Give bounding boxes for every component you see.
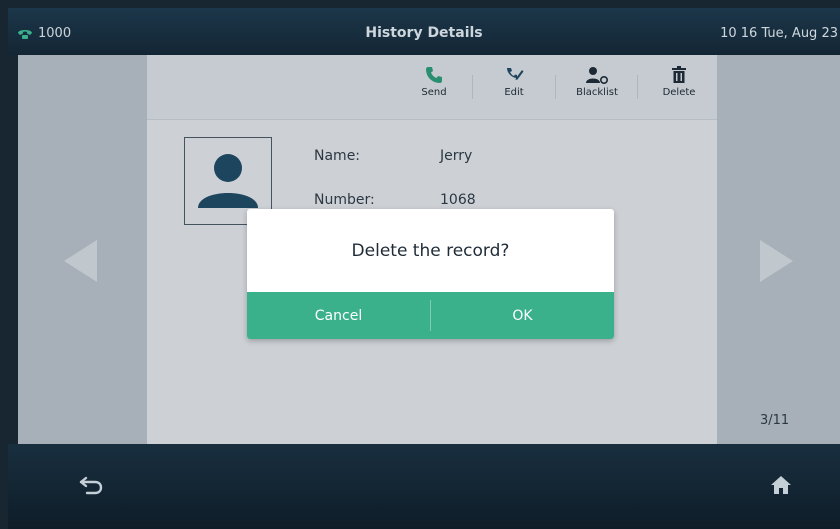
phone-screen: 1000 History Details 10 16 Tue, Aug 23 S… [0,0,840,529]
dialog-actions: Cancel OK [247,292,614,339]
cancel-button[interactable]: Cancel [247,292,430,339]
dialog-message: Delete the record? [351,241,510,261]
delete-confirm-dialog: Delete the record? Cancel OK [247,209,614,339]
ok-button[interactable]: OK [431,292,614,339]
